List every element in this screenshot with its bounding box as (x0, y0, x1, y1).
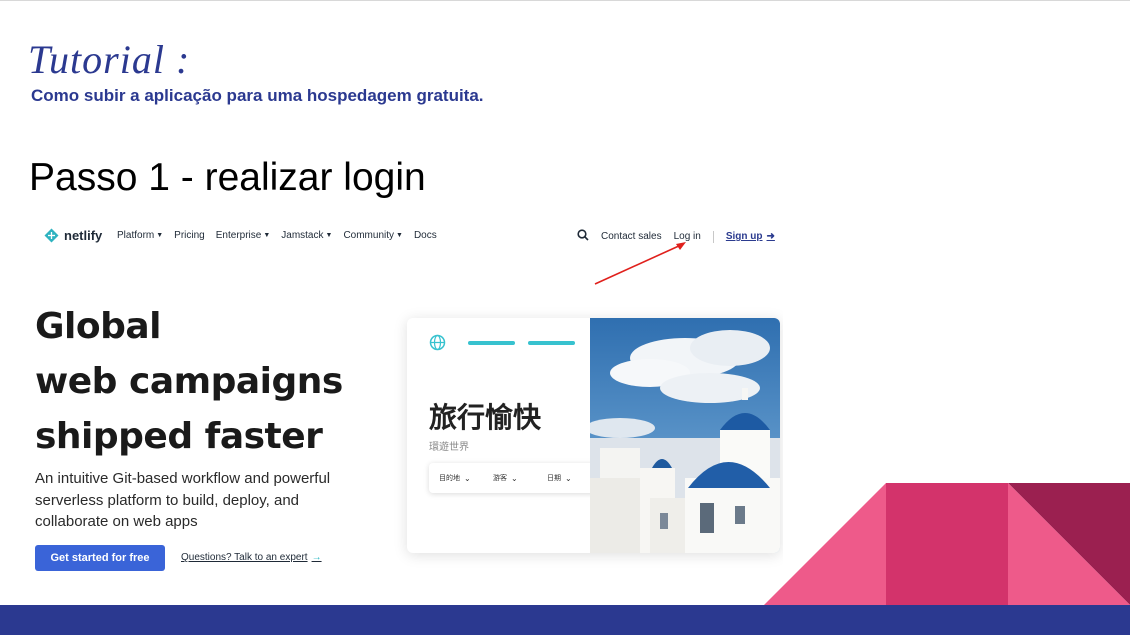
decorative-triangles (764, 483, 1130, 605)
footer-bar (0, 605, 1130, 635)
